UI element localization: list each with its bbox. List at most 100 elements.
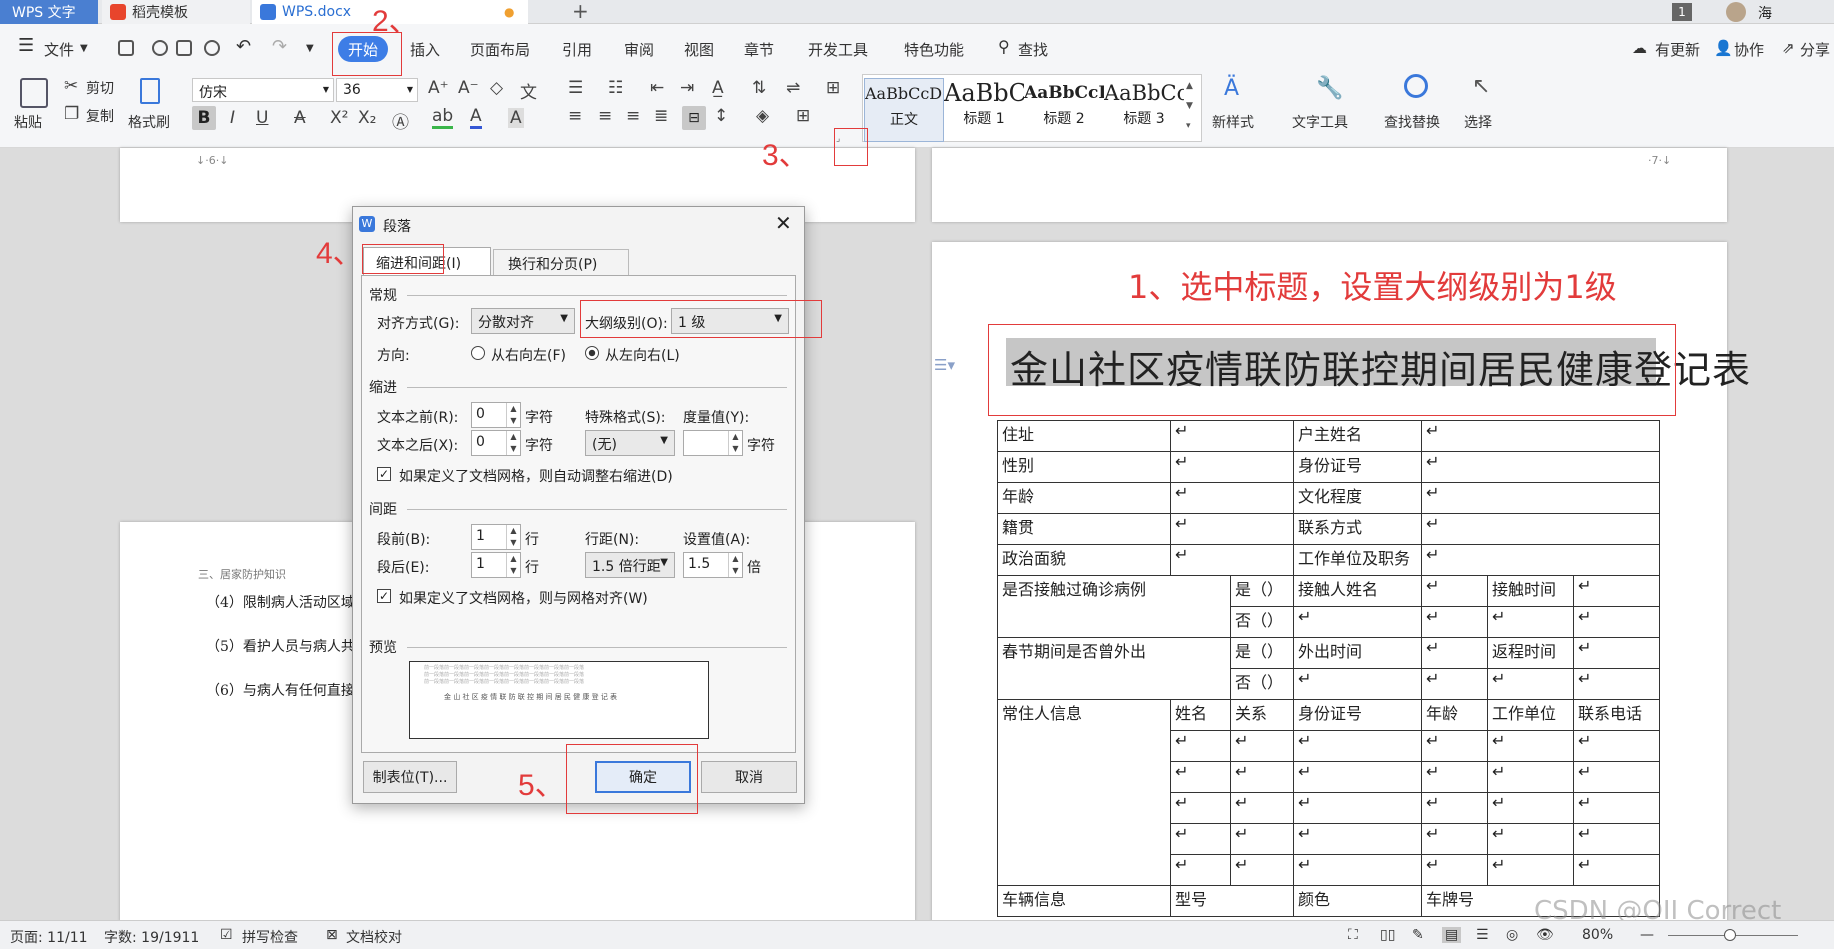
grow-font-icon[interactable]: A⁺ (428, 78, 449, 98)
distributed-align-icon[interactable]: ⊟ (682, 106, 706, 130)
table-cell[interactable]: 是（） (1230, 637, 1294, 669)
table-cell[interactable]: ↵ (1421, 668, 1488, 700)
align-center-icon[interactable]: ≡ (598, 106, 612, 126)
clear-format-icon[interactable]: ◇ (490, 78, 503, 98)
align-right-icon[interactable]: ≡ (626, 106, 640, 126)
format-painter-button[interactable]: 格式刷 (128, 112, 170, 132)
update-link[interactable]: 有更新 (1655, 39, 1700, 60)
menu-file[interactable]: 文件 (44, 39, 74, 60)
spinner-icon[interactable]: ▲ ▼ (728, 553, 742, 577)
show-marks-icon[interactable]: ⇌ (786, 78, 800, 98)
menu-view[interactable]: 视图 (684, 39, 714, 60)
table-cell[interactable]: ↵ (1170, 513, 1294, 545)
tabs-button[interactable]: 制表位(T)... (363, 761, 457, 793)
eye-protect-icon[interactable]: 👁 (1536, 927, 1554, 943)
chinese-layout-icon[interactable]: A̲ (712, 78, 724, 98)
style-heading-1[interactable]: AaBbC 标题 1 (944, 78, 1024, 142)
table-cell[interactable]: 联系电话 (1573, 699, 1660, 731)
table-cell[interactable]: 政治面貌 (997, 544, 1171, 576)
read-mode-icon[interactable]: ▯▯ (1380, 927, 1395, 943)
italic-icon[interactable]: I (230, 108, 235, 128)
table-cell[interactable]: 常住人信息 (997, 699, 1171, 886)
new-style-icon[interactable]: Ä (1224, 76, 1239, 101)
shading-icon[interactable]: ◈ (756, 106, 769, 126)
auto-adjust-checkbox[interactable]: ✓ (377, 467, 391, 481)
measure-input[interactable]: ▲ ▼ (683, 430, 743, 456)
style-heading-3[interactable]: AaBbCc 标题 3 (1104, 78, 1184, 142)
find-replace-icon[interactable] (1404, 74, 1428, 98)
sort-icon[interactable]: ⇅ (752, 78, 766, 98)
table-cell[interactable]: ↵ (1487, 668, 1574, 700)
font-name-select[interactable]: 仿宋 ▼ (192, 78, 334, 102)
cursor-icon[interactable]: ↖ (1472, 74, 1490, 99)
print-icon[interactable] (176, 40, 192, 56)
zoom-level[interactable]: 80% (1582, 927, 1613, 943)
print-preview-icon[interactable] (204, 40, 220, 56)
superscript-icon[interactable]: X² (330, 108, 348, 128)
table-cell[interactable]: ↵ (1573, 575, 1660, 607)
table-cell[interactable]: ↵ (1421, 575, 1488, 607)
page-indicator[interactable]: 页面: 11/11 (10, 927, 88, 947)
table-cell[interactable]: 身份证号 (1293, 451, 1422, 483)
style-scroll-icon[interactable]: ▲ ▼ ▾ (1186, 76, 1193, 136)
spinner-icon[interactable]: ▲ ▼ (506, 403, 520, 427)
redo-icon[interactable]: ↷ (272, 36, 287, 57)
spell-check-button[interactable]: 拼写检查 (242, 927, 298, 947)
numbered-list-icon[interactable]: ☷ (608, 78, 623, 98)
copy-icon[interactable]: ❐ (64, 104, 79, 124)
line-spacing-icon[interactable]: ↕ (714, 106, 728, 126)
table-cell[interactable]: ↵ (1170, 420, 1294, 452)
cancel-button[interactable]: 取消 (701, 761, 797, 793)
text-tools-button[interactable]: 文字工具 (1292, 112, 1348, 132)
special-select[interactable]: (无) ▼ (585, 430, 675, 456)
after-text-input[interactable]: 0 ▲ ▼ (471, 430, 521, 456)
table-tools-icon[interactable]: ⊞ (826, 78, 840, 98)
pen-icon[interactable]: ✎ (1412, 927, 1424, 943)
table-cell[interactable]: 籍贯 (997, 513, 1171, 545)
style-heading-2[interactable]: AaBbCcDd 标题 2 (1024, 78, 1104, 142)
font-color-icon[interactable]: A (470, 106, 482, 129)
menu-search[interactable]: 查找 (1018, 39, 1048, 60)
table-cell[interactable]: 颜色 (1293, 885, 1422, 917)
paste-button[interactable]: 粘贴 (14, 112, 42, 132)
table-cell[interactable]: ↵ (1421, 451, 1660, 483)
table-cell[interactable]: 工作单位及职务 (1293, 544, 1422, 576)
menu-developer[interactable]: 开发工具 (808, 39, 868, 60)
pinyin-icon[interactable]: 文 (520, 78, 537, 103)
hamburger-icon[interactable]: ☰ (18, 35, 34, 56)
menu-layout[interactable]: 页面布局 (470, 39, 530, 60)
table-cell[interactable]: 身份证号 (1293, 699, 1422, 731)
line-spacing-select[interactable]: 1.5 倍行距 ▼ (585, 552, 675, 578)
spinner-icon[interactable]: ▲ ▼ (728, 431, 742, 455)
table-cell[interactable]: ↵ (1421, 482, 1660, 514)
table-cell[interactable]: 住址 (997, 420, 1171, 452)
table-cell[interactable]: 性别 (997, 451, 1171, 483)
table-cell[interactable]: 接触人姓名 (1293, 575, 1422, 607)
space-before-input[interactable]: 1 ▲ ▼ (471, 524, 521, 550)
menu-review[interactable]: 审阅 (624, 39, 654, 60)
undo-icon[interactable]: ↶ (236, 36, 251, 57)
scissors-icon[interactable]: ✂ (64, 76, 78, 96)
cut-button[interactable]: 剪切 (86, 78, 114, 98)
table-cell[interactable]: 型号 (1170, 885, 1294, 917)
snap-grid-checkbox[interactable]: ✓ (377, 589, 391, 603)
bold-icon[interactable]: B (192, 106, 216, 130)
table-cell[interactable]: 否（） (1230, 606, 1294, 638)
table-cell[interactable]: 接触时间 (1487, 575, 1574, 607)
table-cell[interactable]: ↵ (1293, 606, 1422, 638)
table-cell[interactable]: 否（） (1230, 668, 1294, 700)
select-button[interactable]: 选择 (1464, 112, 1492, 132)
spinner-icon[interactable]: ▲ ▼ (506, 525, 520, 549)
table-cell[interactable]: ↵ (1573, 606, 1660, 638)
table-cell[interactable]: ↵ (1170, 482, 1294, 514)
table-cell[interactable]: ↵ (1487, 606, 1574, 638)
page-view-icon[interactable]: ▤ (1442, 927, 1462, 943)
avatar[interactable] (1726, 2, 1746, 22)
menu-reference[interactable]: 引用 (562, 39, 592, 60)
fullscreen-icon[interactable]: ⛶ (1348, 927, 1358, 943)
menu-chapter[interactable]: 章节 (744, 39, 774, 60)
tab-line-page-break[interactable]: 换行和分页(P) (493, 249, 629, 275)
proof-button[interactable]: 文档校对 (346, 927, 402, 947)
collab-link[interactable]: 协作 (1734, 39, 1764, 60)
word-count[interactable]: 字数: 19/1911 (104, 927, 199, 947)
